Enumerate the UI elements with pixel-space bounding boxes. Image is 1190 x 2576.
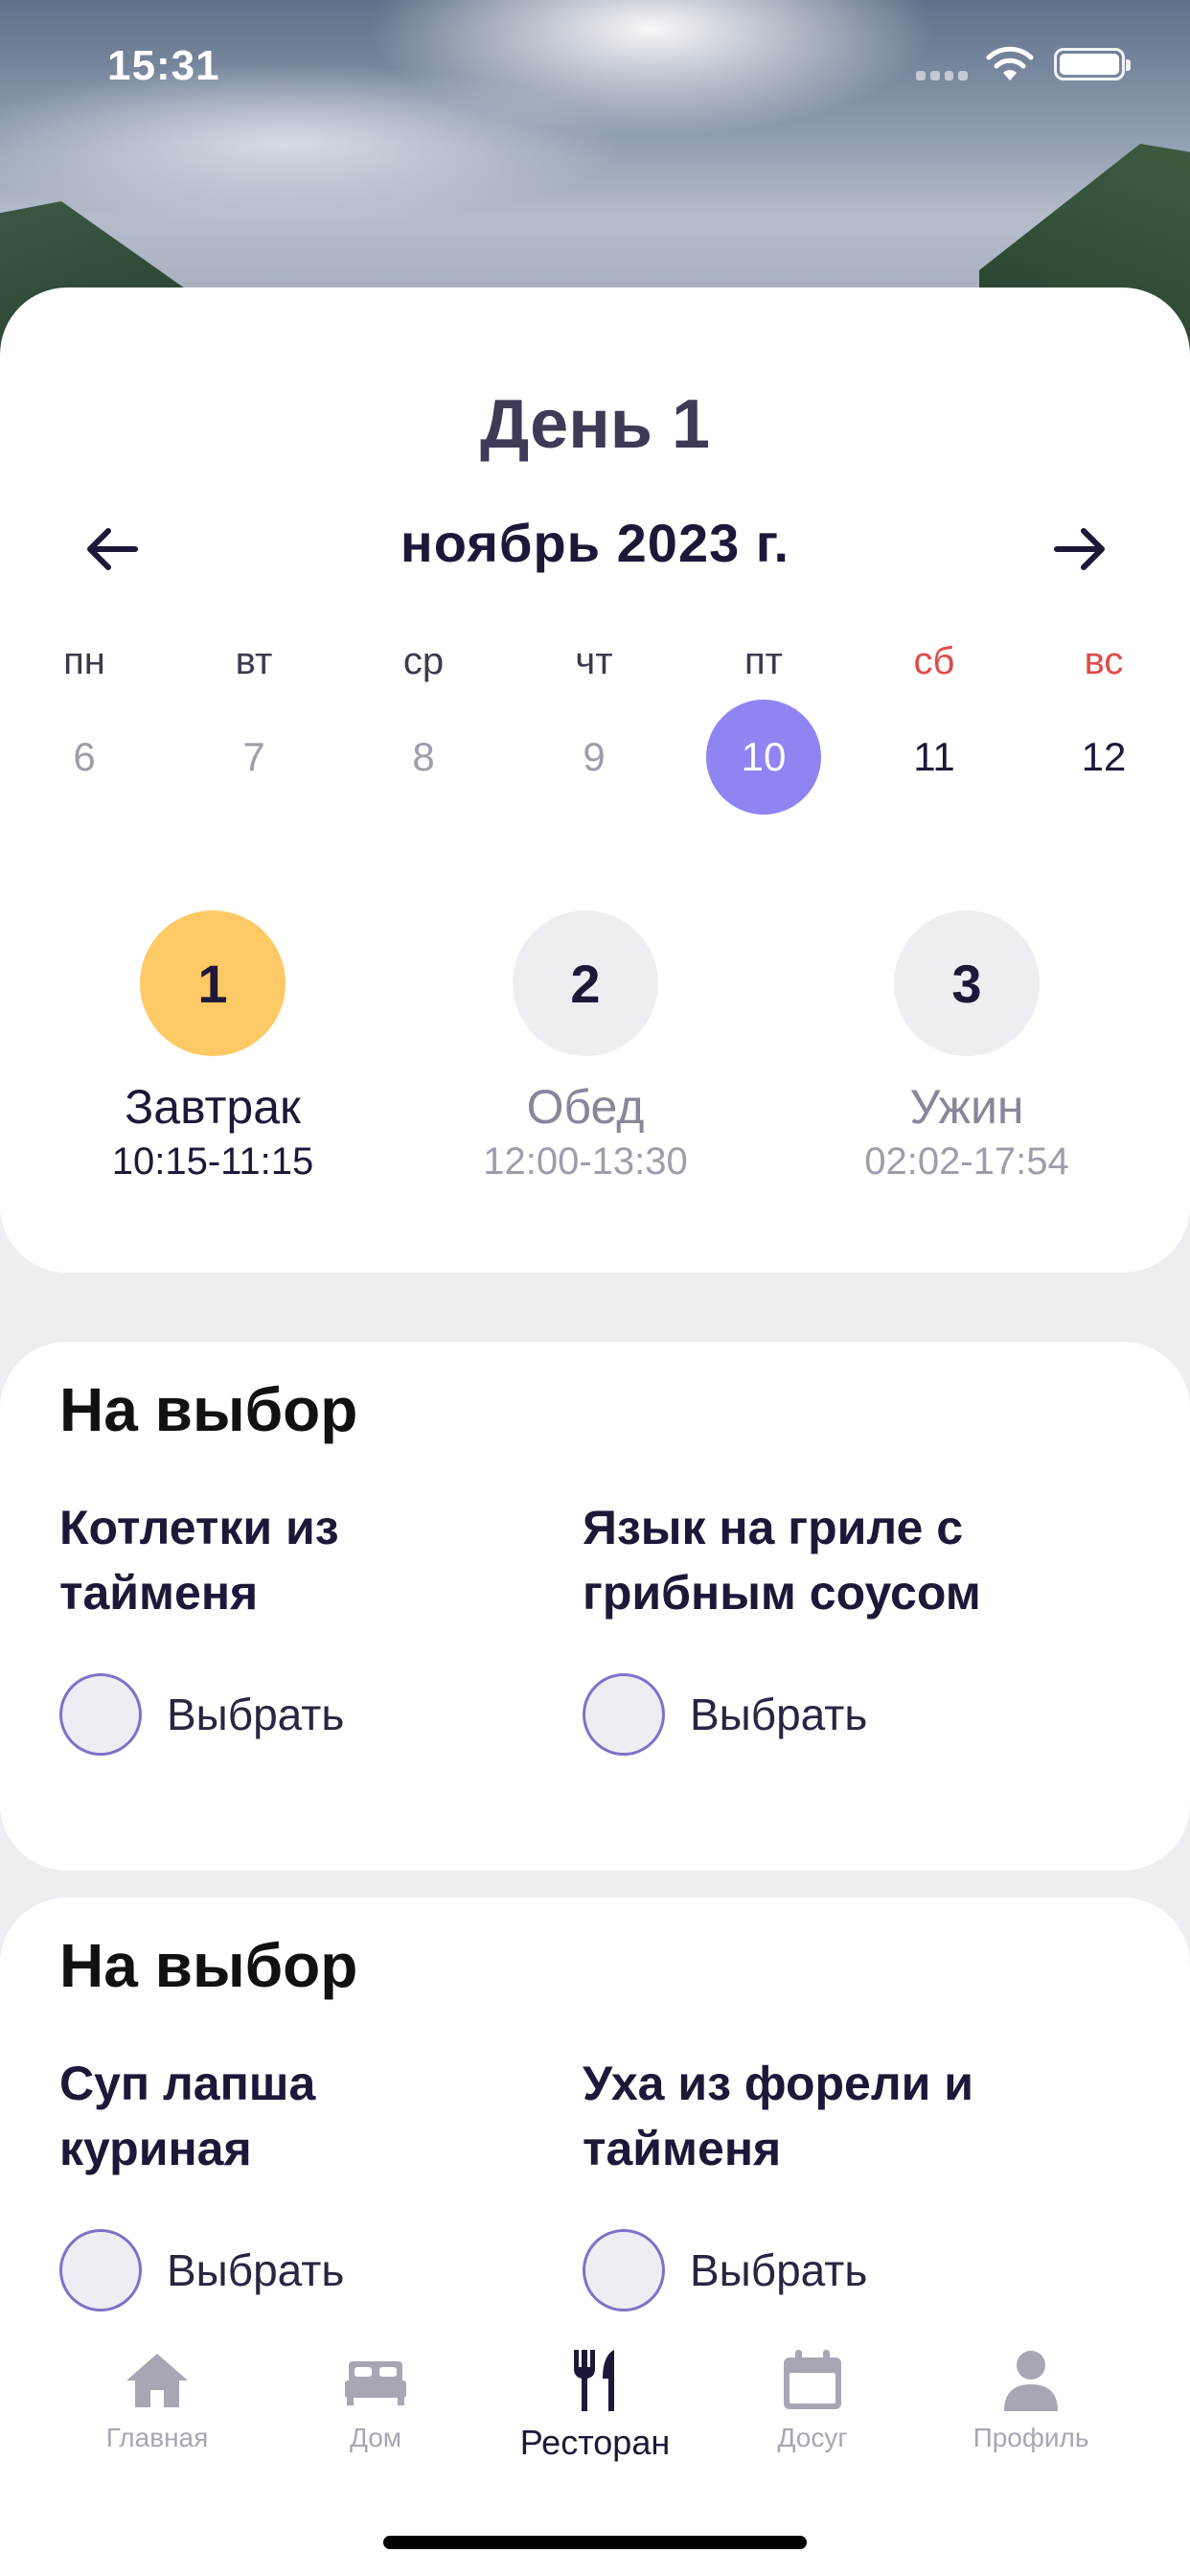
dish-name: Уха из форели и тайменя <box>583 2057 973 2175</box>
meal-name: Ужин <box>909 1080 1024 1134</box>
date-cell[interactable]: 6 <box>27 700 142 815</box>
fork-knife-icon <box>574 2350 614 2411</box>
weekday-label: вс <box>1084 640 1124 682</box>
weekday-label: пт <box>744 640 783 682</box>
meal-dinner[interactable]: 3 Ужин 02:02-17:54 <box>813 910 1120 1184</box>
battery-icon <box>1054 48 1131 80</box>
weekday-label: сб <box>913 640 955 682</box>
select-label: Выбрать <box>690 1690 868 1739</box>
date-cell[interactable]: 7 <box>196 700 311 815</box>
weekday-label: вт <box>235 640 273 682</box>
month-navigator: ноябрь 2023 г. <box>0 496 1190 602</box>
date-cell[interactable]: 11 <box>877 700 992 815</box>
date-number: 7 <box>242 734 265 779</box>
choice-group-card: На выбор Котлетки из тайменя Выбрать Язы… <box>0 1342 1190 1871</box>
dish-option: Язык на гриле с грибным соусом Выбрать <box>583 1495 1033 1756</box>
weekday-row: пн вт ср чт пт сб вс <box>0 640 1190 698</box>
tab-profile[interactable]: Профиль <box>926 2346 1136 2453</box>
meal-time: 12:00-13:30 <box>483 1140 688 1183</box>
date-number: 8 <box>412 734 435 779</box>
date-cell[interactable]: 12 <box>1046 700 1161 815</box>
radio-button[interactable] <box>59 1673 142 1756</box>
tab-label: Досуг <box>777 2423 848 2452</box>
calendar-icon <box>784 2350 841 2409</box>
tab-label: Главная <box>105 2423 209 2452</box>
tab-restaurant[interactable]: Ресторан <box>490 2346 700 2463</box>
date-row: 6 7 8 9 10 11 12 <box>0 700 1190 824</box>
tab-house[interactable]: Дом <box>270 2346 481 2453</box>
profile-icon <box>1004 2351 1058 2411</box>
weekday-label: чт <box>575 640 613 682</box>
home-indicator <box>383 2536 807 2549</box>
select-dish-control[interactable]: Выбрать <box>59 1673 510 1756</box>
meal-number-badge: 1 <box>140 910 286 1056</box>
select-dish-control[interactable]: Выбрать <box>583 2229 1033 2312</box>
radio-button[interactable] <box>59 2229 142 2312</box>
select-dish-control[interactable]: Выбрать <box>59 2229 510 2312</box>
wifi-icon <box>986 46 1034 80</box>
radio-button[interactable] <box>583 2229 665 2312</box>
meal-number-badge: 3 <box>894 910 1040 1056</box>
meal-name: Обед <box>526 1080 645 1134</box>
page-title: День 1 <box>479 386 710 463</box>
dish-option: Котлетки из тайменя Выбрать <box>59 1495 510 1756</box>
date-number: 6 <box>73 734 96 779</box>
home-icon <box>126 2354 188 2407</box>
tab-label: Профиль <box>973 2423 1089 2452</box>
select-dish-control[interactable]: Выбрать <box>583 1673 1033 1756</box>
signal-icon <box>916 71 968 80</box>
select-label: Выбрать <box>167 2245 345 2295</box>
choice-group-title: На выбор <box>59 1931 358 2000</box>
meal-lunch[interactable]: 2 Обед 12:00-13:30 <box>432 910 739 1184</box>
meal-breakfast[interactable]: 1 Завтрак 10:15-11:15 <box>59 910 366 1184</box>
meal-number-badge: 2 <box>513 910 658 1056</box>
tab-label: Ресторан <box>519 2423 671 2462</box>
meal-time: 02:02-17:54 <box>864 1140 1069 1183</box>
date-number: 11 <box>913 734 955 779</box>
dish-option: Уха из форели и тайменя Выбрать <box>583 2051 1033 2312</box>
dish-option: Суп лапша куриная Выбрать <box>59 2051 510 2312</box>
tab-label: Дом <box>349 2423 402 2452</box>
select-label: Выбрать <box>167 1690 345 1739</box>
calendar-card: День 1 ноябрь 2023 г. пн вт ср чт пт сб … <box>0 288 1190 1273</box>
date-cell-selected[interactable]: 10 <box>706 700 821 815</box>
dish-name: Язык на гриле с грибным соусом <box>583 1501 981 1620</box>
status-bar: 15:31 <box>0 0 1190 125</box>
arrow-right-icon <box>1054 528 1105 570</box>
next-month-button[interactable] <box>1037 506 1123 592</box>
dish-name: Котлетки из тайменя <box>59 1501 339 1620</box>
meal-name: Завтрак <box>125 1080 301 1134</box>
bed-icon <box>345 2361 406 2405</box>
choice-group-title: На выбор <box>59 1375 358 1444</box>
date-cell[interactable]: 9 <box>537 700 652 815</box>
meal-time: 10:15-11:15 <box>111 1140 314 1183</box>
date-number: 9 <box>583 734 606 779</box>
weekday-label: ср <box>402 640 445 682</box>
tab-home[interactable]: Главная <box>52 2346 263 2453</box>
dish-name: Суп лапша куриная <box>59 2057 316 2175</box>
month-label: ноябрь 2023 г. <box>400 513 790 573</box>
status-time: 15:31 <box>107 42 220 89</box>
tab-leisure[interactable]: Досуг <box>707 2346 918 2453</box>
weekday-label: пн <box>63 640 105 682</box>
date-number: 12 <box>1081 734 1127 779</box>
date-number: 10 <box>741 734 787 779</box>
date-cell[interactable]: 8 <box>366 700 481 815</box>
radio-button[interactable] <box>583 1673 665 1756</box>
meal-selector: 1 Завтрак 10:15-11:15 2 Обед 12:00-13:30… <box>0 910 1190 1198</box>
select-label: Выбрать <box>690 2245 868 2295</box>
